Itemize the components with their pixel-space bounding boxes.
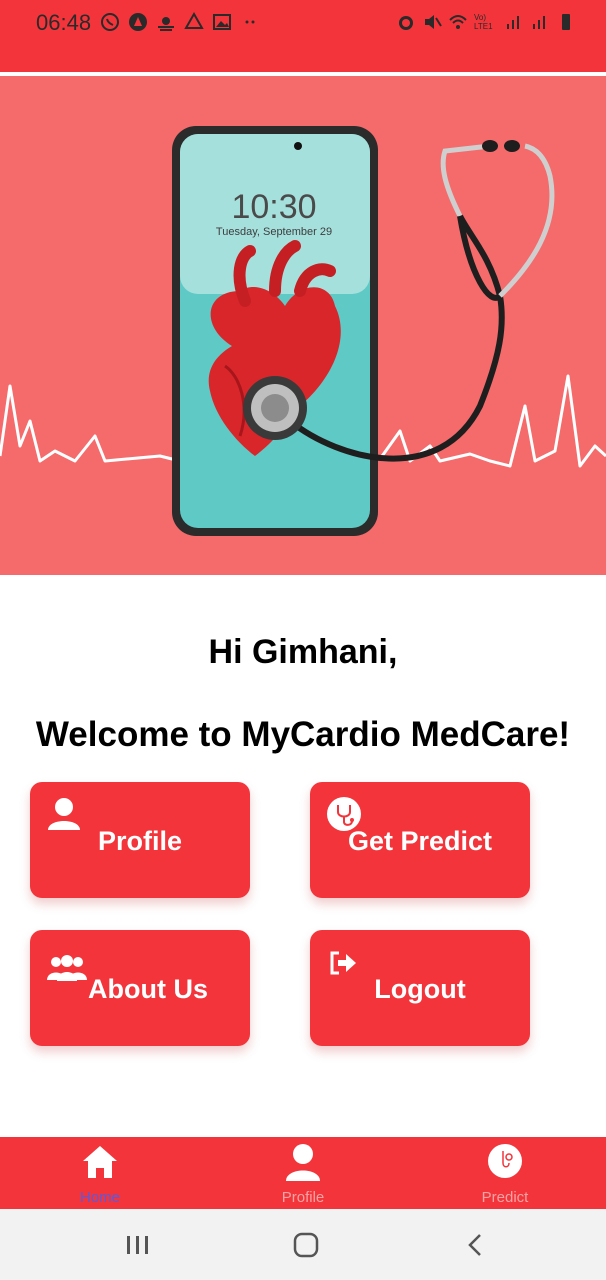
person-icon (286, 1144, 320, 1181)
phone-date: Tuesday, September 29 (215, 226, 333, 238)
nav-profile[interactable]: Profile (203, 1137, 403, 1209)
status-right-icons: Vo) LTE1 (396, 12, 576, 32)
hero-banner: 10:30 Tuesday, September 29 (0, 76, 606, 575)
logout-button[interactable]: Logout (310, 930, 530, 1046)
recents-icon[interactable] (118, 1229, 158, 1261)
signal-icon (507, 16, 519, 29)
signal-icon (533, 16, 545, 29)
about-us-button[interactable]: About Us (30, 930, 250, 1046)
gallery-icon (213, 14, 231, 30)
bottom-nav: Home Profile Predict (0, 1137, 606, 1209)
nav-predict[interactable]: Predict (405, 1137, 605, 1209)
home-icon (83, 1146, 117, 1178)
status-bar: 06:48 Vo) LTE1 (0, 0, 606, 72)
logout-icon (330, 951, 356, 975)
welcome-text: Welcome to MyCardio MedCare! (35, 715, 571, 754)
home-circle-icon[interactable] (286, 1229, 326, 1261)
hero-illustration (0, 126, 606, 536)
profile-label: Profile (97, 826, 183, 856)
weather-icon (158, 17, 174, 31)
wifi-icon (449, 15, 467, 29)
back-icon[interactable] (456, 1229, 496, 1261)
drive-icon (184, 12, 204, 29)
phone-time: 10:30 (231, 188, 317, 226)
whatsapp-icon (101, 13, 119, 31)
status-left-icons (100, 12, 260, 32)
more-dots-icon (245, 20, 255, 24)
greeting-text: Hi Gimhani, (208, 633, 398, 671)
get-predict-button[interactable]: Get Predict (310, 782, 530, 898)
alert-icon (129, 13, 147, 31)
battery-icon (562, 14, 570, 30)
logout-label: Logout (374, 974, 466, 1004)
system-nav (0, 1209, 606, 1280)
alarm-icon (399, 16, 413, 30)
get-predict-label: Get Predict (347, 826, 493, 856)
stethoscope-icon (488, 1144, 522, 1178)
nav-profile-label: Profile (281, 1189, 325, 1206)
lte-label: Vo) LTE1 (474, 13, 493, 31)
status-time: 06:48 (36, 10, 92, 35)
nav-home-label: Home (79, 1189, 120, 1206)
profile-button[interactable]: Profile (30, 782, 250, 898)
mute-icon (425, 15, 442, 29)
about-us-label: About Us (88, 974, 208, 1004)
nav-home[interactable]: Home (0, 1137, 200, 1209)
nav-predict-label: Predict (481, 1189, 529, 1206)
